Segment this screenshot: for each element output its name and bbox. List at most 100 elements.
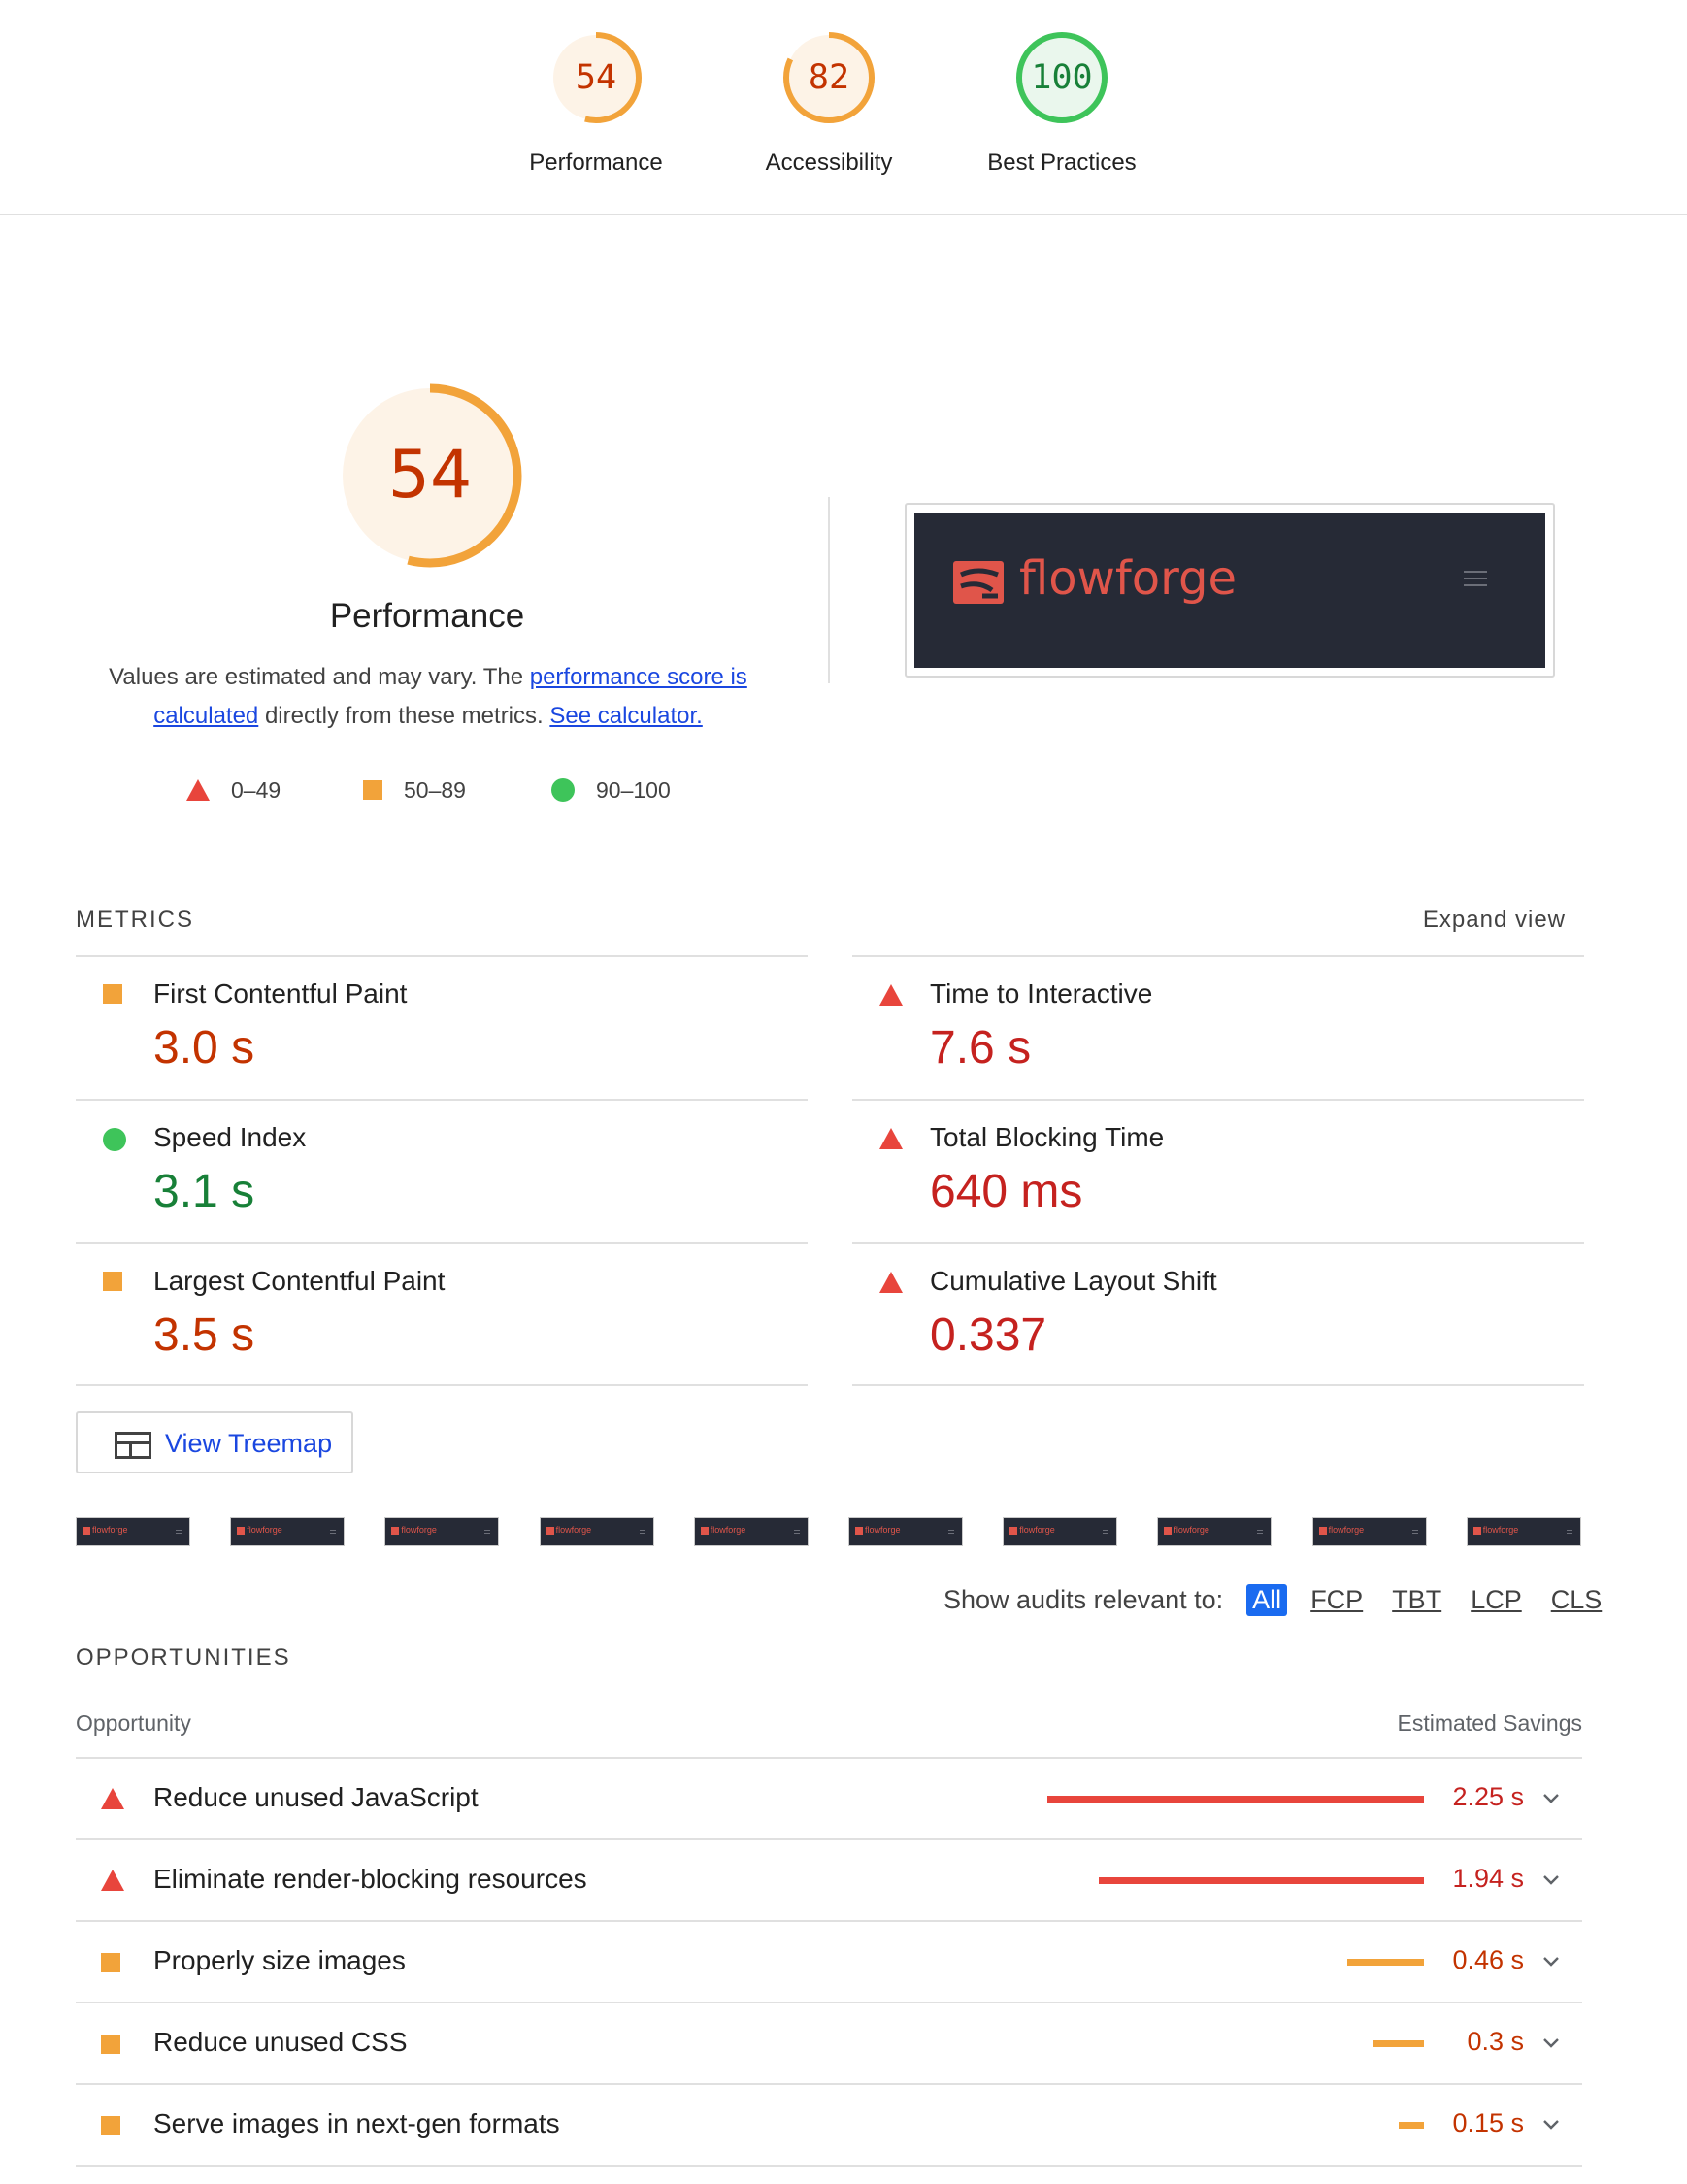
filmstrip-brand-text: flowforge [1482, 1525, 1519, 1535]
hamburger-menu-icon [948, 1530, 954, 1534]
metric-label: Total Blocking Time [930, 1122, 1165, 1152]
chevron-down-icon[interactable] [1539, 2031, 1563, 2054]
filter-chip-all[interactable]: All [1246, 1583, 1288, 1616]
category-summary-bar: 54 Performance 82 Accessibility 100 Best… [0, 0, 1687, 215]
hamburger-menu-icon [639, 1530, 645, 1534]
savings-value: 2.25 s [1452, 1782, 1524, 1811]
desc-text-2: directly from these metrics. [258, 703, 550, 729]
metrics-heading: METRICS [76, 907, 194, 933]
gauge-accessibility[interactable]: 82 Accessibility [712, 29, 945, 177]
pass-circle-icon [551, 778, 575, 802]
filmstrip-frame: flowforge [1466, 1517, 1581, 1546]
savings-value: 1.94 s [1452, 1864, 1524, 1893]
savings-bar [1047, 1796, 1424, 1803]
savings-value: 0.3 s [1467, 2027, 1524, 2056]
opportunity-row-unused-css[interactable]: Reduce unused CSS 0.3 s [76, 2002, 1582, 2083]
average-square-icon [103, 984, 122, 1004]
metric-largest-contentful-paint: Largest Contentful Paint 3.5 s [76, 1242, 808, 1386]
performance-title: Performance [329, 597, 525, 635]
filmstrip-frame: flowforge [539, 1517, 654, 1546]
filmstrip-brand-text: flowforge [92, 1525, 128, 1535]
opportunities-divider [76, 2165, 1582, 2167]
performance-description: Values are estimated and may vary. The p… [97, 658, 759, 736]
opportunity-row-unused-javascript[interactable]: Reduce unused JavaScript 2.25 s [76, 1757, 1582, 1838]
metric-label: Speed Index [153, 1122, 307, 1152]
legend-average-label: 50–89 [404, 777, 466, 803]
view-treemap-label: View Treemap [165, 1429, 333, 1458]
opportunity-title: Reduce unused CSS [153, 2027, 408, 2057]
opportunity-row-render-blocking[interactable]: Eliminate render-blocking resources 1.94… [76, 1838, 1582, 1920]
gauge-performance[interactable]: 54 Performance [480, 29, 712, 177]
header-divider [828, 497, 830, 683]
chevron-down-icon[interactable] [1539, 1868, 1563, 1891]
fail-triangle-icon [101, 1788, 124, 1809]
filmstrip-brand-text: flowforge [247, 1525, 282, 1535]
filmstrip-frame: flowforge [384, 1517, 500, 1546]
chevron-down-icon[interactable] [1539, 1786, 1563, 1809]
savings-bar [1373, 2040, 1424, 2047]
metric-label: Cumulative Layout Shift [930, 1266, 1217, 1296]
fail-triangle-icon [879, 1128, 903, 1149]
fail-triangle-icon [879, 1272, 903, 1293]
filmstrip-brand-text: flowforge [401, 1525, 437, 1535]
opportunities-heading: OPPORTUNITIES [76, 1644, 291, 1671]
gauge-performance-label: Performance [529, 149, 663, 176]
screenshot-brand-text: flowforge [1019, 551, 1238, 606]
metric-value: 3.5 s [153, 1309, 255, 1361]
metric-first-contentful-paint: First Contentful Paint 3.0 s [76, 955, 808, 1099]
final-screenshot[interactable]: flowforge [905, 503, 1555, 678]
hamburger-menu-icon [1566, 1530, 1572, 1534]
view-treemap-button[interactable]: View Treemap [76, 1411, 353, 1473]
hamburger-menu-icon [1411, 1530, 1418, 1534]
average-square-icon [101, 2116, 120, 2135]
fail-triangle-icon [101, 1870, 124, 1891]
gauge-accessibility-ring: 82 [780, 29, 877, 126]
gauge-performance-score: 54 [575, 58, 617, 97]
filter-chip-lcp[interactable]: LCP [1465, 1584, 1528, 1616]
opportunity-title: Serve images in next-gen formats [153, 2108, 560, 2138]
gauge-accessibility-score: 82 [808, 58, 850, 97]
filmstrip-brand-text: flowforge [865, 1525, 901, 1535]
hamburger-menu-icon [176, 1530, 182, 1534]
average-square-icon [101, 1953, 120, 1972]
treemap-icon [115, 1432, 151, 1459]
flowforge-logo-icon [1009, 1527, 1018, 1535]
filter-chip-cls[interactable]: CLS [1545, 1584, 1608, 1616]
opportunity-row-size-images[interactable]: Properly size images 0.46 s [76, 1920, 1582, 2002]
opportunity-row-next-gen-formats[interactable]: Serve images in next-gen formats 0.15 s [76, 2083, 1582, 2165]
final-screenshot-image: flowforge [914, 513, 1545, 668]
metric-time-to-interactive: Time to Interactive 7.6 s [852, 955, 1584, 1099]
performance-score-gauge: 54 [333, 379, 527, 573]
filter-chip-fcp[interactable]: FCP [1305, 1584, 1369, 1616]
filmstrip-frame: flowforge [76, 1517, 190, 1546]
gauge-best-practices-label: Best Practices [987, 149, 1137, 176]
filter-chip-tbt[interactable]: TBT [1386, 1584, 1447, 1616]
gauge-best-practices[interactable]: 100 Best Practices [945, 29, 1178, 177]
chevron-down-icon[interactable] [1539, 2112, 1563, 2135]
average-square-icon [363, 780, 382, 800]
see-calculator-link[interactable]: See calculator. [549, 703, 702, 729]
opportunity-column-header: Opportunity [76, 1710, 191, 1736]
flowforge-logo-icon [546, 1527, 554, 1535]
metric-total-blocking-time: Total Blocking Time 640 ms [852, 1099, 1584, 1242]
savings-column-header: Estimated Savings [1397, 1710, 1582, 1736]
hamburger-menu-icon [793, 1530, 800, 1534]
flowforge-logo-icon [237, 1527, 246, 1535]
gauge-performance-ring: 54 [547, 29, 645, 126]
savings-bar [1399, 2122, 1424, 2129]
metric-label: Largest Contentful Paint [153, 1266, 446, 1296]
expand-view-toggle[interactable]: Expand view [1423, 907, 1566, 934]
metric-speed-index: Speed Index 3.1 s [76, 1099, 808, 1242]
flowforge-logo-icon [391, 1527, 400, 1535]
opportunity-title: Properly size images [153, 1945, 406, 1975]
legend-fail: 0–49 [186, 775, 281, 806]
opportunities-table-header: Opportunity Estimated Savings [76, 1710, 1582, 1737]
metric-value: 640 ms [930, 1166, 1083, 1217]
chevron-down-icon[interactable] [1539, 1949, 1563, 1972]
flowforge-logo-icon [700, 1527, 709, 1535]
filmstrip-frame: flowforge [1157, 1517, 1273, 1546]
flowforge-logo-icon [1164, 1527, 1173, 1535]
flowforge-logo-icon [83, 1527, 90, 1535]
legend-pass-label: 90–100 [596, 777, 671, 803]
metric-value: 7.6 s [930, 1022, 1032, 1074]
